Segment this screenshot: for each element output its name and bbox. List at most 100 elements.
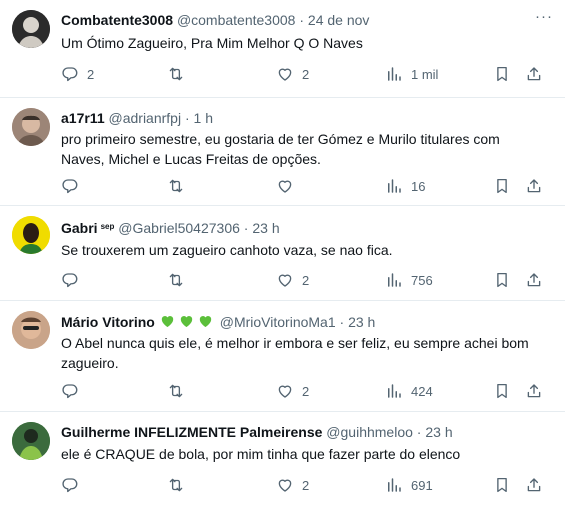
views-button[interactable]: 16 — [385, 175, 425, 197]
like-count: 2 — [302, 477, 310, 493]
share-icon — [525, 382, 543, 400]
like-icon — [276, 476, 294, 494]
separator-dot: · — [416, 424, 422, 440]
views-button[interactable]: 1 mil — [385, 63, 438, 85]
share-button[interactable] — [525, 63, 543, 85]
views-button[interactable]: 424 — [385, 380, 433, 402]
display-name[interactable]: a17r11 — [61, 110, 105, 126]
display-name[interactable]: Combatente3008 — [61, 12, 173, 28]
reply-button[interactable] — [61, 380, 87, 402]
display-name[interactable]: Gabri — [61, 220, 98, 236]
tweet-header: a17r11 @adrianrfpj · 1 h — [61, 110, 213, 127]
like-button[interactable]: 2 — [276, 63, 309, 85]
share-button[interactable] — [525, 175, 543, 197]
like-button[interactable]: 2 — [276, 269, 309, 291]
bookmark-button[interactable] — [493, 269, 511, 291]
retweet-button[interactable] — [167, 269, 193, 291]
reply-button[interactable] — [61, 269, 87, 291]
user-handle[interactable]: @MrioVitorinoMa1 — [220, 314, 336, 330]
tweet-header: Mário Vitorino @MrioVitorinoMa1 · 23 h — [61, 313, 375, 333]
action-bar: 16 — [61, 175, 551, 197]
views-count: 424 — [411, 383, 433, 399]
avatar[interactable] — [12, 311, 50, 349]
separator-dot: · — [184, 110, 190, 126]
green-heart-icon — [178, 313, 195, 329]
retweet-icon — [167, 382, 185, 400]
retweet-button[interactable] — [167, 63, 193, 85]
bookmark-button[interactable] — [493, 63, 511, 85]
timestamp[interactable]: 1 h — [194, 110, 213, 126]
like-icon — [276, 177, 294, 195]
reply-tweet[interactable]: Gabri sep @Gabriel50427306 · 23 h Se trou… — [0, 206, 565, 301]
share-button[interactable] — [525, 380, 543, 402]
tweet-header: Guilherme INFELIZMENTE Palmeirense @guih… — [61, 424, 453, 441]
user-handle[interactable]: @adrianrfpj — [109, 110, 182, 126]
views-button[interactable]: 756 — [385, 269, 433, 291]
like-count: 2 — [302, 383, 310, 399]
views-count: 16 — [411, 178, 426, 194]
share-icon — [525, 177, 543, 195]
tweet-header: Combatente3008 @combatente3008 · 24 de n… — [61, 12, 369, 29]
replies-feed: Combatente3008 @combatente3008 · 24 de n… — [0, 0, 565, 506]
views-icon — [385, 271, 403, 289]
timestamp[interactable]: 23 h — [252, 220, 279, 236]
separator-dot: · — [299, 12, 305, 28]
retweet-button[interactable] — [167, 175, 193, 197]
reply-tweet[interactable]: Combatente3008 @combatente3008 · 24 de n… — [0, 0, 565, 98]
like-count: 2 — [302, 272, 310, 288]
like-icon — [276, 65, 294, 83]
action-bar: 2 424 — [61, 380, 551, 402]
more-icon[interactable]: ··· — [535, 8, 553, 25]
like-icon — [276, 271, 294, 289]
reply-icon — [61, 177, 79, 195]
like-button[interactable] — [276, 175, 302, 197]
action-bar: 2 756 — [61, 269, 551, 291]
timestamp[interactable]: 23 h — [348, 314, 375, 330]
reply-tweet[interactable]: Mário Vitorino @MrioVitorinoMa1 · 23 h O… — [0, 301, 565, 412]
views-icon — [385, 65, 403, 83]
timestamp[interactable]: 23 h — [425, 424, 452, 440]
tweet-text: ele é CRAQUE de bola, por mim tinha que … — [61, 446, 461, 462]
avatar[interactable] — [12, 108, 50, 146]
green-hearts-emoji — [159, 313, 216, 333]
reply-tweet[interactable]: a17r11 @adrianrfpj · 1 h pro primeiro se… — [0, 98, 565, 206]
reply-button[interactable] — [61, 175, 87, 197]
views-icon — [385, 177, 403, 195]
bookmark-button[interactable] — [493, 380, 511, 402]
timestamp[interactable]: 24 de nov — [308, 12, 370, 28]
reply-button[interactable] — [61, 474, 87, 496]
reply-tweet[interactable]: Guilherme INFELIZMENTE Palmeirense @guih… — [0, 412, 565, 506]
retweet-button[interactable] — [167, 474, 193, 496]
avatar[interactable] — [12, 10, 50, 48]
retweet-icon — [167, 271, 185, 289]
like-count: 2 — [302, 66, 310, 82]
retweet-icon — [167, 177, 185, 195]
action-bar: 2 691 — [61, 474, 551, 496]
green-heart-icon — [197, 313, 214, 329]
user-handle[interactable]: @combatente3008 — [177, 12, 296, 28]
avatar[interactable] — [12, 216, 50, 254]
reply-icon — [61, 271, 79, 289]
retweet-button[interactable] — [167, 380, 193, 402]
display-name[interactable]: Mário Vitorino — [61, 314, 155, 330]
bookmark-icon — [493, 382, 511, 400]
sep-badge: sep — [100, 222, 115, 231]
bookmark-button[interactable] — [493, 474, 511, 496]
share-button[interactable] — [525, 474, 543, 496]
like-button[interactable]: 2 — [276, 380, 309, 402]
green-heart-icon — [159, 313, 176, 329]
share-button[interactable] — [525, 269, 543, 291]
user-handle[interactable]: @guihhmeloo — [326, 424, 413, 440]
separator-dot: · — [339, 314, 345, 330]
avatar[interactable] — [12, 422, 50, 460]
bookmark-icon — [493, 177, 511, 195]
share-icon — [525, 476, 543, 494]
like-button[interactable]: 2 — [276, 474, 309, 496]
display-name[interactable]: Guilherme INFELIZMENTE Palmeirense — [61, 424, 322, 440]
views-button[interactable]: 691 — [385, 474, 433, 496]
user-handle[interactable]: @Gabriel50427306 — [118, 220, 240, 236]
reply-button[interactable]: 2 — [61, 63, 94, 85]
share-icon — [525, 271, 543, 289]
reply-icon — [61, 382, 79, 400]
bookmark-button[interactable] — [493, 175, 511, 197]
